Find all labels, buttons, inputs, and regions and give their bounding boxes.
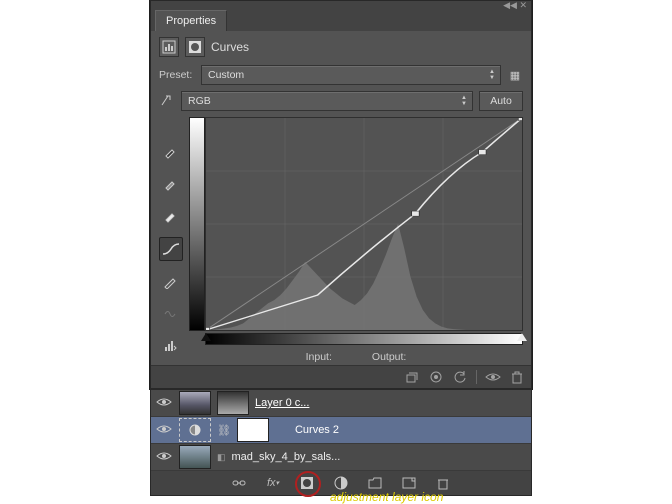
properties-footer <box>151 365 531 388</box>
visibility-icon[interactable] <box>155 450 173 465</box>
layer-thumbnail[interactable] <box>179 391 211 415</box>
curve-point-tool-icon[interactable] <box>159 237 183 261</box>
adjustment-layer-thumbnail[interactable] <box>179 418 211 442</box>
layer-mask-add-icon[interactable] <box>299 475 315 491</box>
trash-icon[interactable] <box>509 369 525 385</box>
visibility-icon[interactable] <box>155 423 173 438</box>
chevron-updown-icon: ▲▼ <box>486 66 498 84</box>
input-axis-gradient[interactable] <box>205 333 523 345</box>
eyedropper-gray-icon[interactable] <box>159 173 181 195</box>
properties-panel: ◀◀ ✕ Properties Curves Preset: Custom ▲▼… <box>150 0 532 389</box>
output-axis-gradient <box>189 117 205 331</box>
white-point-slider[interactable] <box>517 333 527 341</box>
smooth-tool-icon[interactable] <box>159 303 181 325</box>
panel-tab-bar: Properties <box>151 9 531 31</box>
eyedropper-black-icon[interactable] <box>159 141 181 163</box>
annotation-label: adjustment layer icon <box>330 490 443 504</box>
panel-menu-icon[interactable]: ▦ <box>507 69 523 82</box>
panel-title: Curves <box>211 40 249 54</box>
input-label: Input: <box>306 351 332 363</box>
view-previous-icon[interactable] <box>428 369 444 385</box>
eyedropper-white-icon[interactable] <box>159 205 181 227</box>
sampler-icon[interactable] <box>159 93 175 110</box>
reset-icon[interactable] <box>452 369 468 385</box>
delete-layer-icon[interactable] <box>435 475 451 491</box>
auto-button[interactable]: Auto <box>479 91 523 111</box>
tab-properties[interactable]: Properties <box>155 10 227 31</box>
curves-graph[interactable] <box>205 117 523 331</box>
pencil-tool-icon[interactable] <box>159 271 181 293</box>
curves-tool-column <box>159 117 183 363</box>
smart-object-icon: ◧ <box>217 452 226 463</box>
group-icon[interactable] <box>367 475 383 491</box>
new-layer-icon[interactable] <box>401 475 417 491</box>
layer-name[interactable]: Curves 2 <box>295 424 339 436</box>
adjustment-type-icon[interactable] <box>159 37 179 57</box>
visibility-icon[interactable] <box>155 396 173 411</box>
layer-mask-thumbnail[interactable] <box>217 391 249 415</box>
preset-label: Preset: <box>159 69 195 81</box>
histogram-options-icon[interactable] <box>159 335 181 357</box>
preset-value: Custom <box>208 69 244 81</box>
channel-value: RGB <box>188 95 211 107</box>
layer-mask-thumbnail[interactable] <box>237 418 269 442</box>
channel-dropdown[interactable]: RGB ▲▼ <box>181 91 473 111</box>
layer-row[interactable]: Layer 0 c... <box>151 390 531 417</box>
layer-thumbnail[interactable] <box>179 445 211 469</box>
layer-name[interactable]: Layer 0 c... <box>255 397 309 409</box>
black-point-slider[interactable] <box>201 333 211 341</box>
layer-row[interactable]: ◧ mad_sky_4_by_sals... <box>151 444 531 471</box>
visibility-toggle-icon[interactable] <box>485 369 501 385</box>
layer-row[interactable]: ⛓ Curves 2 <box>151 417 531 444</box>
output-label: Output: <box>372 351 406 363</box>
link-layers-icon[interactable] <box>231 475 247 491</box>
preset-dropdown[interactable]: Custom ▲▼ <box>201 65 501 85</box>
adjustment-layer-icon[interactable] <box>333 475 349 491</box>
link-icon[interactable]: ⛓ <box>217 424 231 437</box>
layer-effects-icon[interactable]: fx▾ <box>265 475 281 491</box>
panel-collapse-bar[interactable]: ◀◀ ✕ <box>151 1 531 9</box>
layer-name[interactable]: mad_sky_4_by_sals... <box>232 451 341 463</box>
clip-to-layer-icon[interactable] <box>404 369 420 385</box>
chevron-updown-icon: ▲▼ <box>458 92 470 110</box>
layers-panel: Layer 0 c... ⛓ Curves 2 ◧ mad_sky_4_by_s… <box>150 389 532 496</box>
mask-icon[interactable] <box>185 37 205 57</box>
